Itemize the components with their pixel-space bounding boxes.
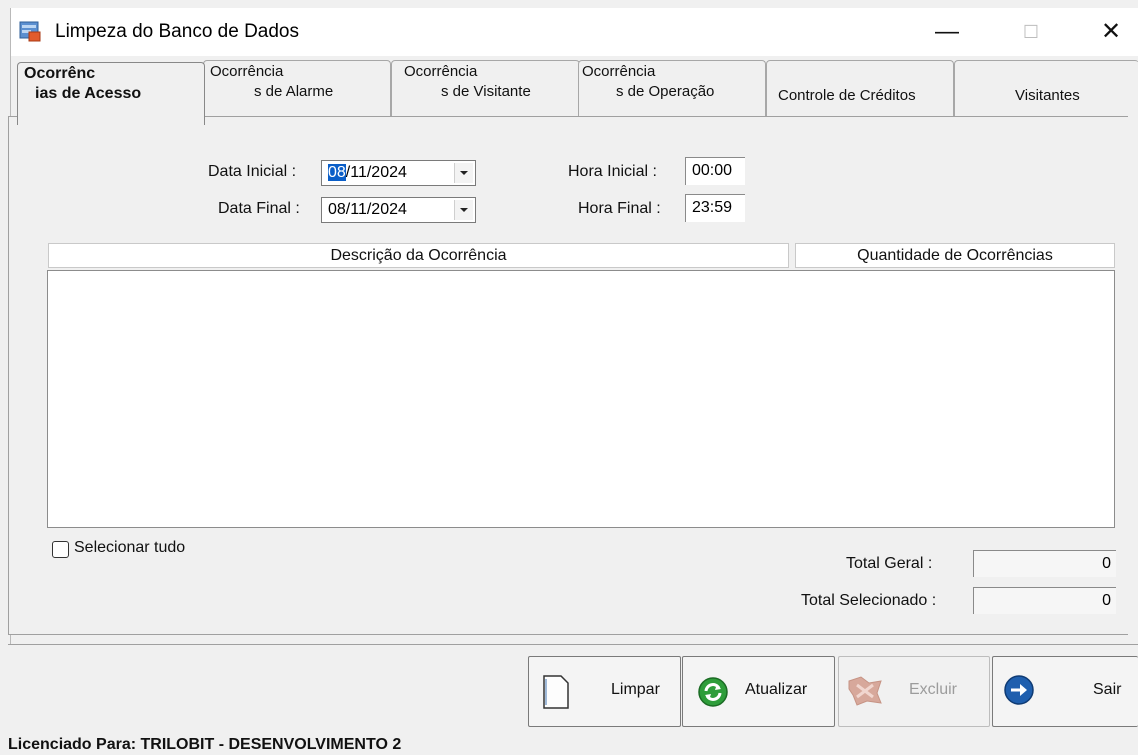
status-bar: Licenciado Para: TRILOBIT - DESENVOLVIME… (0, 736, 1138, 755)
sair-button[interactable]: Sair (992, 656, 1138, 727)
close-button[interactable]: ✕ (1083, 8, 1138, 56)
title-bar: Limpeza do Banco de Dados — ☐ ✕ (11, 8, 1138, 56)
tab-label-line1: Ocorrênc (24, 65, 96, 82)
excluir-button[interactable]: Excluir (838, 656, 990, 727)
window-title: Limpeza do Banco de Dados (55, 21, 299, 42)
tab-label-line2: s de Alarme (254, 83, 334, 100)
maximize-button: ☐ (1022, 22, 1040, 42)
tab-label-line1: Ocorrência (210, 63, 284, 80)
dropdown-arrow-icon[interactable] (454, 200, 473, 220)
date-rest: /11/2024 (345, 164, 407, 181)
total-selecionado-label: Total Selecionado : (801, 592, 937, 609)
sair-label: Sair (1093, 681, 1122, 698)
ocorrencias-list[interactable] (47, 270, 1115, 528)
excluir-label: Excluir (909, 681, 958, 698)
tab-label-line2: s de Visitante (441, 83, 531, 100)
hora-final-value: 23:59 (692, 199, 733, 216)
tab-label-line1: Ocorrência (582, 63, 656, 80)
tab-label-line2: ias de Acesso (35, 85, 142, 102)
total-geral-label: Total Geral : (846, 555, 933, 572)
delete-icon (848, 676, 882, 706)
hora-final-label: Hora Final : (578, 200, 661, 217)
tab-label-line2: s de Operação (616, 83, 715, 100)
data-inicial-picker[interactable]: 08/11/2024 (321, 160, 476, 186)
select-all-label[interactable]: Selecionar tudo (74, 539, 185, 557)
dropdown-arrow-icon[interactable] (454, 163, 473, 183)
total-geral-field: 0 (973, 550, 1116, 577)
tab-label-line1: Ocorrência (404, 63, 478, 80)
refresh-icon (698, 677, 728, 707)
hora-inicial-value: 00:00 (692, 162, 733, 179)
tab-ocorrencias-visitante[interactable]: Ocorrência s de Visitante (391, 60, 580, 124)
limpar-label: Limpar (611, 681, 660, 698)
hora-inicial-label: Hora Inicial : (568, 163, 657, 180)
tab-ocorrencias-alarme[interactable]: Ocorrência s de Alarme (203, 60, 391, 124)
hora-inicial-input[interactable]: 00:00 (685, 157, 745, 185)
data-final-picker[interactable]: 08/11/2024 (321, 197, 476, 223)
hora-final-input[interactable]: 23:59 (685, 194, 745, 222)
tab-ocorrencias-acesso[interactable]: Ocorrênc ias de Acesso (17, 62, 205, 125)
minimize-button[interactable]: — (919, 8, 975, 56)
atualizar-button[interactable]: Atualizar (682, 656, 835, 727)
atualizar-label: Atualizar (745, 681, 808, 698)
tab-controle-creditos[interactable]: Controle de Créditos (766, 60, 954, 124)
tab-label: Visitantes (1015, 87, 1080, 104)
data-final-value: 08/11/2024 (328, 201, 407, 218)
tab-ocorrencias-operacao[interactable]: Ocorrência s de Operação (578, 60, 766, 124)
select-all-checkbox[interactable] (52, 541, 69, 558)
tab-visitantes[interactable]: Visitantes (954, 60, 1138, 124)
data-final-label: Data Final : (218, 200, 300, 217)
data-inicial-label: Data Inicial : (208, 163, 297, 180)
column-header-quantidade[interactable]: Quantidade de Ocorrências (795, 243, 1115, 268)
blank-document-icon (543, 675, 569, 709)
selected-day: 08 (328, 164, 346, 181)
license-text: Licenciado Para: TRILOBIT - DESENVOLVIME… (8, 736, 402, 753)
limpar-button[interactable]: Limpar (528, 656, 681, 727)
database-cleanup-icon (19, 21, 41, 42)
exit-arrow-icon (1004, 675, 1034, 705)
column-header-descricao[interactable]: Descrição da Ocorrência (48, 243, 789, 268)
total-selecionado-field: 0 (973, 587, 1116, 614)
tab-label: Controle de Créditos (778, 87, 916, 104)
